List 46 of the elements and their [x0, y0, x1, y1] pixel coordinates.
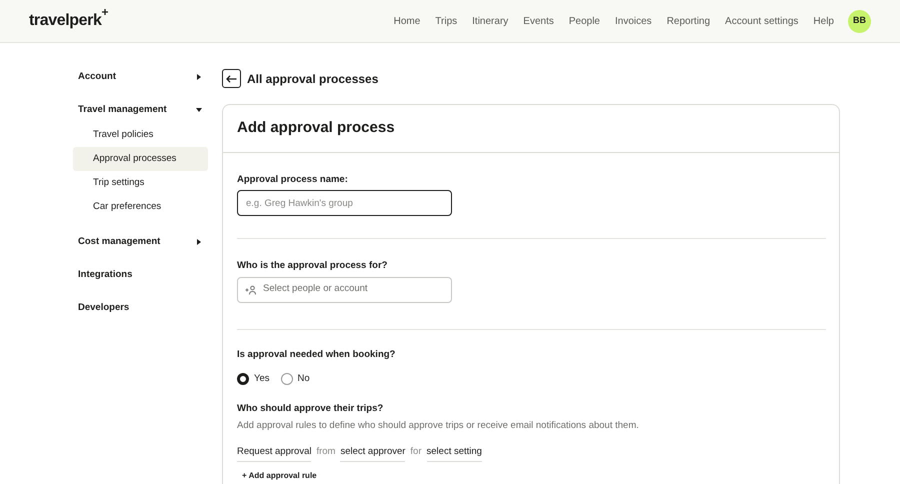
- sidebar-section[interactable]: Developers: [78, 300, 130, 316]
- sidebar-section[interactable]: Integrations: [78, 268, 132, 282]
- left-arrow-icon: [226, 74, 237, 82]
- sidebar-item[interactable]: Approval processes: [73, 147, 208, 171]
- nav-link[interactable]: People: [568, 14, 600, 28]
- avatar[interactable]: BB: [848, 10, 871, 32]
- sidebar-item[interactable]: Trip settings: [73, 171, 208, 195]
- nav-link[interactable]: Account settings: [725, 14, 798, 28]
- people-select-field[interactable]: Select people or account: [237, 276, 452, 302]
- rule-dropdown[interactable]: select setting: [426, 444, 482, 462]
- caret-right-icon[interactable]: [196, 74, 202, 80]
- nav-link[interactable]: Trips: [435, 14, 458, 28]
- question-label: Is approval needed when booking?: [237, 348, 396, 362]
- caret-right-icon[interactable]: [196, 239, 202, 245]
- sidebar-section[interactable]: Account: [78, 70, 116, 84]
- rule-dropdown[interactable]: Request approval: [237, 444, 312, 462]
- form-title: Add approval process: [237, 118, 395, 138]
- nav-link[interactable]: Events: [523, 14, 554, 28]
- radio-label[interactable]: Yes: [254, 372, 270, 386]
- radio-button[interactable]: [237, 372, 249, 385]
- section-heading: Who should approve their trips?: [237, 402, 384, 416]
- sidebar-item[interactable]: Travel policies: [73, 123, 208, 147]
- input-field[interactable]: e.g. Greg Hawkin's group: [237, 190, 452, 216]
- radio-label[interactable]: No: [298, 372, 310, 386]
- field-label: Approval process name:: [237, 173, 349, 187]
- logo[interactable]: travelperk+: [29, 9, 108, 33]
- sidebar-section[interactable]: Cost management: [78, 234, 160, 250]
- caret-down-icon[interactable]: [196, 107, 202, 113]
- rule-connector: for: [410, 444, 422, 458]
- back-link-label[interactable]: All approval processes: [247, 70, 378, 88]
- rule-dropdown[interactable]: select approver: [340, 444, 406, 462]
- add-people-icon: [245, 284, 257, 294]
- nav-link[interactable]: Invoices: [615, 14, 652, 28]
- rule-connector: from: [316, 444, 336, 458]
- nav-link[interactable]: Itinerary: [472, 14, 508, 28]
- nav-link[interactable]: Reporting: [666, 14, 710, 28]
- sidebar-section[interactable]: Travel management: [78, 102, 167, 118]
- back-button[interactable]: [222, 69, 241, 88]
- radio-button[interactable]: [280, 372, 292, 385]
- sidebar-item[interactable]: Car preferences: [73, 195, 208, 219]
- select-placeholder: Select people or account: [263, 282, 368, 296]
- add-rule-button[interactable]: + Add approval rule: [242, 470, 317, 481]
- section-description: Add approval rules to define who should approve trips or receive email notifications about them.: [237, 419, 640, 434]
- nav-link[interactable]: Help: [813, 14, 834, 28]
- nav-link[interactable]: Home: [394, 14, 420, 28]
- field-label: Who is the approval process for?: [237, 259, 388, 274]
